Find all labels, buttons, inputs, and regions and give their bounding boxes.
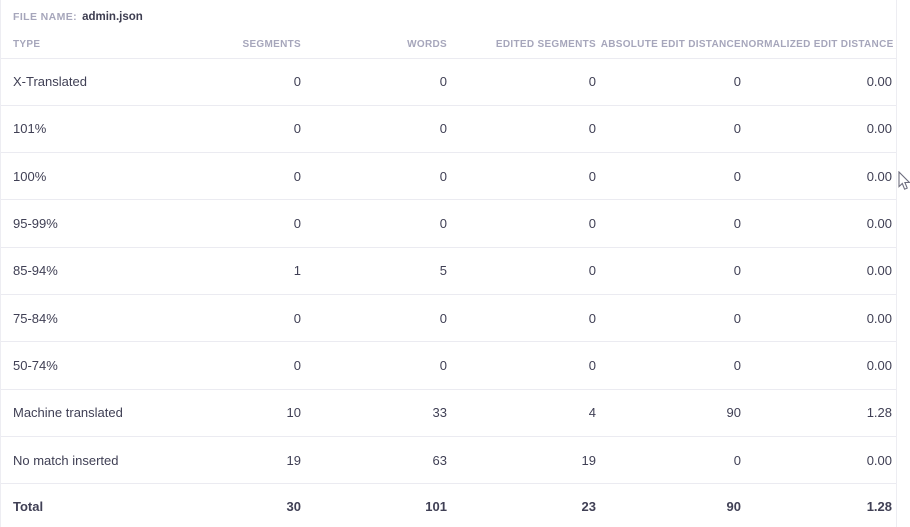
cell-absolute-edit-distance: 90 xyxy=(596,484,741,527)
cell-absolute-edit-distance: 0 xyxy=(596,342,741,389)
cell-normalized-edit-distance: 1.28 xyxy=(741,484,896,527)
cell-type: X-Translated xyxy=(1,58,149,105)
cell-segments: 19 xyxy=(149,436,301,483)
table-row: Total 30 101 23 90 1.28 xyxy=(1,484,896,527)
table-row: X-Translated 0 0 0 0 0.00 xyxy=(1,58,896,105)
cell-words: 0 xyxy=(301,294,447,341)
cell-segments: 0 xyxy=(149,294,301,341)
cell-edited-segments: 0 xyxy=(447,342,596,389)
cell-segments: 30 xyxy=(149,484,301,527)
table-row: 50-74% 0 0 0 0 0.00 xyxy=(1,342,896,389)
table-body: X-Translated 0 0 0 0 0.00 101% 0 0 0 0 0… xyxy=(1,58,896,527)
cell-words: 0 xyxy=(301,105,447,152)
column-header-normalized-edit-distance: NORMALIZED EDIT DISTANCE xyxy=(741,32,896,58)
cell-absolute-edit-distance: 0 xyxy=(596,105,741,152)
column-header-words: WORDS xyxy=(301,32,447,58)
cell-normalized-edit-distance: 0.00 xyxy=(741,153,896,200)
cell-normalized-edit-distance: 0.00 xyxy=(741,342,896,389)
cell-normalized-edit-distance: 1.28 xyxy=(741,389,896,436)
cell-absolute-edit-distance: 0 xyxy=(596,58,741,105)
cell-words: 0 xyxy=(301,342,447,389)
column-header-type: TYPE xyxy=(1,32,149,58)
cell-words: 0 xyxy=(301,58,447,105)
cell-segments: 0 xyxy=(149,200,301,247)
cell-words: 63 xyxy=(301,436,447,483)
cell-normalized-edit-distance: 0.00 xyxy=(741,436,896,483)
statistics-table: TYPE SEGMENTS WORDS EDITED SEGMENTS ABSO… xyxy=(1,32,896,527)
cell-normalized-edit-distance: 0.00 xyxy=(741,200,896,247)
cell-normalized-edit-distance: 0.00 xyxy=(741,247,896,294)
table-header-row: TYPE SEGMENTS WORDS EDITED SEGMENTS ABSO… xyxy=(1,32,896,58)
stats-panel: FILE NAME: admin.json TYPE SEGMENTS WORD… xyxy=(0,0,897,527)
cell-type: Total xyxy=(1,484,149,527)
column-header-edited-segments: EDITED SEGMENTS xyxy=(447,32,596,58)
cell-normalized-edit-distance: 0.00 xyxy=(741,294,896,341)
cell-absolute-edit-distance: 0 xyxy=(596,436,741,483)
table-row: 75-84% 0 0 0 0 0.00 xyxy=(1,294,896,341)
table-row: 101% 0 0 0 0 0.00 xyxy=(1,105,896,152)
cell-edited-segments: 19 xyxy=(447,436,596,483)
cell-absolute-edit-distance: 0 xyxy=(596,153,741,200)
cell-type: Machine translated xyxy=(1,389,149,436)
cell-edited-segments: 0 xyxy=(447,247,596,294)
cell-edited-segments: 0 xyxy=(447,58,596,105)
cell-type: 85-94% xyxy=(1,247,149,294)
cell-words: 0 xyxy=(301,153,447,200)
cell-absolute-edit-distance: 0 xyxy=(596,294,741,341)
cell-edited-segments: 0 xyxy=(447,153,596,200)
cell-words: 33 xyxy=(301,389,447,436)
cell-edited-segments: 23 xyxy=(447,484,596,527)
cell-segments: 1 xyxy=(149,247,301,294)
cell-normalized-edit-distance: 0.00 xyxy=(741,58,896,105)
cell-absolute-edit-distance: 0 xyxy=(596,200,741,247)
mouse-cursor-icon xyxy=(898,171,910,192)
cell-type: 100% xyxy=(1,153,149,200)
cell-words: 101 xyxy=(301,484,447,527)
file-name-label: FILE NAME: xyxy=(13,11,77,23)
cell-absolute-edit-distance: 0 xyxy=(596,247,741,294)
cell-absolute-edit-distance: 90 xyxy=(596,389,741,436)
file-name-value: admin.json xyxy=(82,11,143,23)
cell-words: 0 xyxy=(301,200,447,247)
cell-normalized-edit-distance: 0.00 xyxy=(741,105,896,152)
cell-type: 101% xyxy=(1,105,149,152)
cell-type: 95-99% xyxy=(1,200,149,247)
table-row: 95-99% 0 0 0 0 0.00 xyxy=(1,200,896,247)
table-row: Machine translated 10 33 4 90 1.28 xyxy=(1,389,896,436)
column-header-absolute-edit-distance: ABSOLUTE EDIT DISTANCE xyxy=(596,32,741,58)
cell-type: No match inserted xyxy=(1,436,149,483)
cell-words: 5 xyxy=(301,247,447,294)
cell-segments: 0 xyxy=(149,58,301,105)
cell-edited-segments: 0 xyxy=(447,200,596,247)
table-row: No match inserted 19 63 19 0 0.00 xyxy=(1,436,896,483)
cell-segments: 10 xyxy=(149,389,301,436)
table-header: TYPE SEGMENTS WORDS EDITED SEGMENTS ABSO… xyxy=(1,32,896,58)
cell-segments: 0 xyxy=(149,153,301,200)
cell-segments: 0 xyxy=(149,105,301,152)
cell-edited-segments: 0 xyxy=(447,105,596,152)
table-row: 85-94% 1 5 0 0 0.00 xyxy=(1,247,896,294)
cell-segments: 0 xyxy=(149,342,301,389)
cell-edited-segments: 4 xyxy=(447,389,596,436)
cell-type: 50-74% xyxy=(1,342,149,389)
table-row: 100% 0 0 0 0 0.00 xyxy=(1,153,896,200)
column-header-segments: SEGMENTS xyxy=(149,32,301,58)
cell-edited-segments: 0 xyxy=(447,294,596,341)
cell-type: 75-84% xyxy=(1,294,149,341)
file-name-row: FILE NAME: admin.json xyxy=(1,2,896,32)
